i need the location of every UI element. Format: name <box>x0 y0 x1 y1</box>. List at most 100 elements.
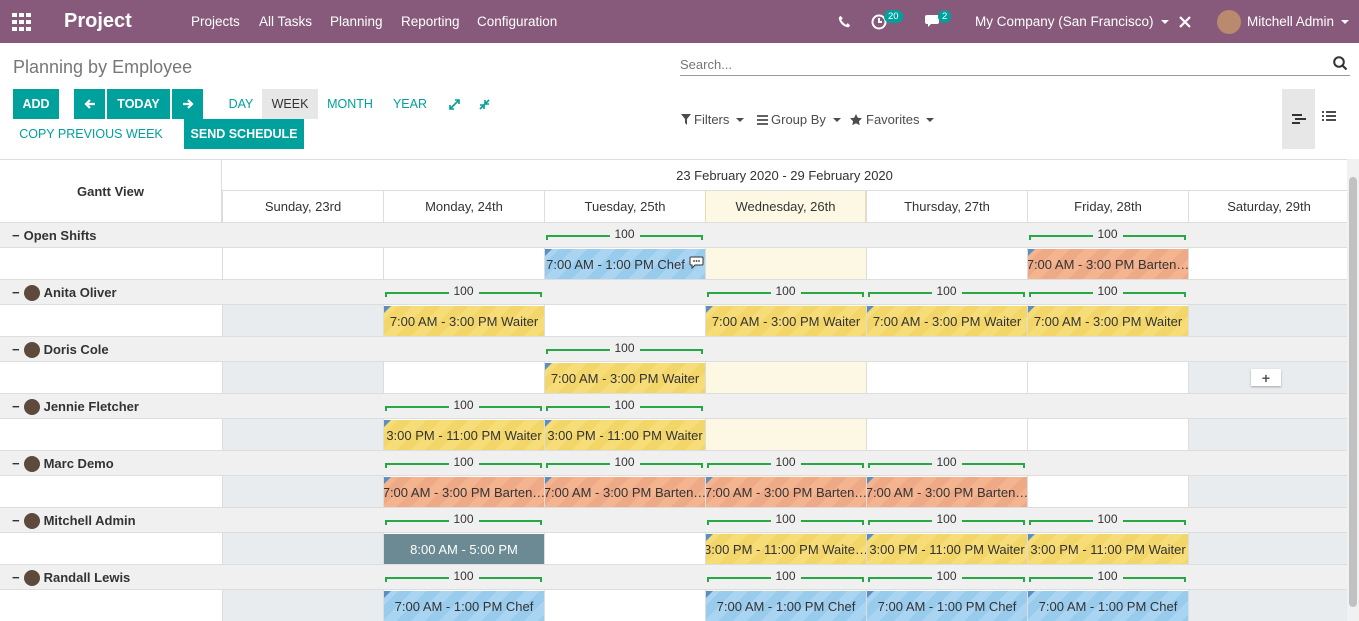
group-header[interactable]: − Mitchell Admin <box>12 508 136 533</box>
shift-pill[interactable]: 3:00 PM - 11:00 PM Waiter <box>384 420 544 450</box>
collapse-icon[interactable]: − <box>12 342 20 357</box>
next-button[interactable] <box>172 89 203 119</box>
scale-week-button[interactable]: WEEK <box>262 89 318 119</box>
resize-handle[interactable] <box>1028 306 1035 313</box>
gantt-cell[interactable] <box>544 533 705 564</box>
shift-pill[interactable]: 7:00 AM - 3:00 PM Barten… <box>706 477 866 507</box>
search-input[interactable] <box>680 54 1320 74</box>
shift-pill[interactable]: 7:00 AM - 3:00 PM Waiter <box>1028 306 1188 336</box>
vertical-scrollbar[interactable] <box>1347 159 1359 621</box>
gantt-cell[interactable] <box>222 305 383 336</box>
shift-pill[interactable]: 3:00 PM - 11:00 PM Waiter <box>1028 534 1188 564</box>
resize-handle[interactable] <box>384 420 391 427</box>
gantt-cell[interactable] <box>222 362 383 393</box>
scrollbar-thumb[interactable] <box>1349 177 1357 607</box>
gantt-cell[interactable] <box>222 590 383 621</box>
gantt-view-button[interactable] <box>1282 89 1315 149</box>
company-switcher[interactable]: My Company (San Francisco) <box>975 0 1169 43</box>
shift-pill[interactable]: 7:00 AM - 1:00 PM Chef <box>545 249 705 279</box>
resize-handle[interactable] <box>384 591 391 598</box>
gantt-cell[interactable] <box>1188 248 1347 279</box>
gantt-group-row[interactable]: − Doris Cole 100 <box>0 337 1347 362</box>
menu-planning[interactable]: Planning <box>330 0 383 43</box>
group-header[interactable]: − Open Shifts <box>12 223 97 248</box>
gantt-cell[interactable] <box>222 533 383 564</box>
gantt-group-row[interactable]: − Randall Lewis 100 100 100 100 <box>0 565 1347 590</box>
gantt-cell[interactable] <box>1027 419 1188 450</box>
resize-handle[interactable] <box>1028 591 1035 598</box>
resize-handle[interactable] <box>545 363 552 370</box>
gantt-cell[interactable] <box>1188 533 1347 564</box>
collapse-rows-icon[interactable] <box>474 89 494 119</box>
resize-handle[interactable] <box>706 306 713 313</box>
shift-pill[interactable]: 7:00 AM - 3:00 PM Barten… <box>1028 249 1188 279</box>
shift-pill[interactable]: 3:00 PM - 11:00 PM Waiter <box>545 420 705 450</box>
shift-pill[interactable]: 7:00 AM - 3:00 PM Barten… <box>384 477 544 507</box>
menu-projects[interactable]: Projects <box>191 0 240 43</box>
resize-handle[interactable] <box>706 534 713 541</box>
debug-tools-icon[interactable] <box>1178 0 1192 43</box>
comment-icon[interactable] <box>689 256 704 272</box>
gantt-cell[interactable] <box>1188 419 1347 450</box>
resize-handle[interactable] <box>706 477 713 484</box>
shift-pill[interactable]: 7:00 AM - 3:00 PM Waiter <box>384 306 544 336</box>
resize-handle[interactable] <box>867 306 874 313</box>
shift-pill[interactable]: 7:00 AM - 3:00 PM Waiter <box>867 306 1027 336</box>
add-shift-button[interactable]: + <box>1251 369 1281 386</box>
shift-pill[interactable]: 7:00 AM - 3:00 PM Barten… <box>867 477 1027 507</box>
gantt-cell[interactable] <box>705 362 866 393</box>
shift-pill[interactable]: 7:00 AM - 3:00 PM Waiter <box>706 306 866 336</box>
scale-year-button[interactable]: YEAR <box>386 89 434 119</box>
gantt-cell[interactable] <box>383 248 544 279</box>
phone-icon[interactable] <box>838 0 851 43</box>
gantt-cell[interactable] <box>866 248 1027 279</box>
activity-icon[interactable] <box>871 0 887 43</box>
gantt-cell[interactable] <box>222 419 383 450</box>
user-menu[interactable]: Mitchell Admin <box>1217 0 1350 43</box>
resize-handle[interactable] <box>545 420 552 427</box>
favorites-dropdown[interactable]: Favorites <box>850 112 935 127</box>
scale-day-button[interactable]: DAY <box>222 89 260 119</box>
collapse-icon[interactable]: − <box>12 285 20 300</box>
group-by-dropdown[interactable]: Group By <box>757 112 841 127</box>
resize-handle[interactable] <box>384 306 391 313</box>
collapse-icon[interactable]: − <box>12 513 20 528</box>
gantt-group-row[interactable]: − Jennie Fletcher 100 100 <box>0 394 1347 419</box>
gantt-cell[interactable] <box>866 419 1027 450</box>
collapse-icon[interactable]: − <box>12 228 20 243</box>
shift-pill[interactable]: 3:00 PM - 11:00 PM Waiter <box>867 534 1027 564</box>
gantt-cell[interactable] <box>544 305 705 336</box>
gantt-cell[interactable] <box>705 248 866 279</box>
gantt-cell[interactable] <box>544 590 705 621</box>
shift-pill[interactable]: 7:00 AM - 1:00 PM Chef <box>867 591 1027 621</box>
shift-pill[interactable]: 7:00 AM - 3:00 PM Barten… <box>545 477 705 507</box>
expand-rows-icon[interactable] <box>444 89 464 119</box>
resize-handle[interactable] <box>1028 534 1035 541</box>
shift-pill[interactable]: 3:00 PM - 11:00 PM Waite… <box>706 534 866 564</box>
scale-month-button[interactable]: MONTH <box>320 89 380 119</box>
filters-dropdown[interactable]: Filters <box>681 112 745 127</box>
gantt-cell[interactable] <box>222 248 383 279</box>
menu-reporting[interactable]: Reporting <box>401 0 460 43</box>
resize-handle[interactable] <box>867 591 874 598</box>
shift-pill[interactable]: 7:00 AM - 1:00 PM Chef <box>1028 591 1188 621</box>
gantt-group-row[interactable]: − Marc Demo 100 100 100 100 <box>0 451 1347 476</box>
resize-handle[interactable] <box>545 249 552 256</box>
gantt-cell[interactable] <box>705 419 866 450</box>
resize-handle[interactable] <box>706 591 713 598</box>
menu-configuration[interactable]: Configuration <box>477 0 557 43</box>
gantt-cell[interactable] <box>1188 305 1347 336</box>
shift-pill[interactable]: 7:00 AM - 3:00 PM Waiter <box>545 363 705 393</box>
collapse-icon[interactable]: − <box>12 456 20 471</box>
resize-handle[interactable] <box>1028 249 1035 256</box>
apps-menu-icon[interactable] <box>12 0 32 43</box>
previous-button[interactable] <box>74 89 105 119</box>
send-schedule-button[interactable]: SEND SCHEDULE <box>184 119 304 149</box>
gantt-cell[interactable] <box>1027 476 1188 507</box>
group-header[interactable]: − Doris Cole <box>12 337 109 362</box>
group-header[interactable]: − Anita Oliver <box>12 280 117 305</box>
add-button[interactable]: ADD <box>13 89 59 119</box>
shift-pill[interactable]: 7:00 AM - 1:00 PM Chef <box>384 591 544 621</box>
collapse-icon[interactable]: − <box>12 570 20 585</box>
gantt-cell[interactable] <box>1027 362 1188 393</box>
